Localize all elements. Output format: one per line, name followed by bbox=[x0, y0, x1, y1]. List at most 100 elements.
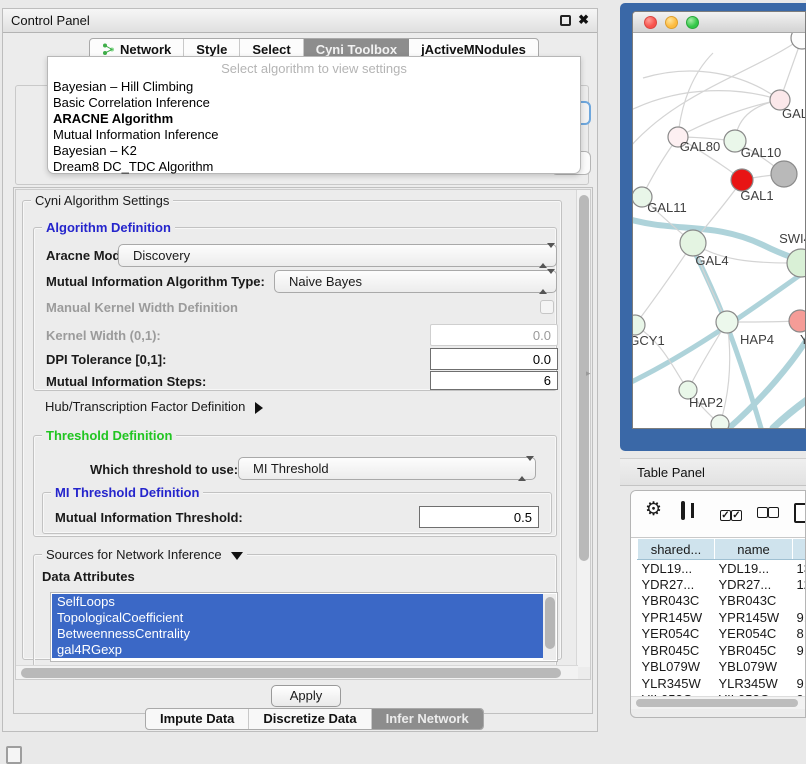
mi-algorithm-type-label: Mutual Information Algorithm Type: bbox=[46, 274, 265, 289]
network-graph[interactable]: GAL7GAL80GAL10GAL1GAL11GAL4SWI4HAP4YGCY1… bbox=[633, 33, 806, 428]
tab-label: jActiveMNodules bbox=[421, 42, 526, 57]
table-cell: 13 bbox=[793, 560, 806, 577]
data-attributes-list[interactable]: SelfLoopsTopologicalCoefficientBetweenne… bbox=[50, 592, 558, 662]
data-attribute-item[interactable]: TopologicalCoefficient bbox=[52, 610, 543, 626]
sources-group-label: Sources for Network Inference bbox=[42, 547, 247, 562]
bottom-tab-infer-network[interactable]: Infer Network bbox=[372, 709, 483, 729]
table-column-header[interactable]: name bbox=[715, 539, 793, 560]
table-horizontal-scrollbar-thumb[interactable] bbox=[636, 699, 798, 707]
table-row[interactable]: YDR27...YDR27...12 bbox=[638, 576, 806, 593]
table-cell: YDR27... bbox=[715, 576, 793, 593]
dpi-tolerance-field[interactable] bbox=[430, 348, 558, 370]
aracne-mode-combobox[interactable]: Discovery bbox=[118, 244, 557, 267]
table-row[interactable]: YER054CYER054C8. bbox=[638, 626, 806, 643]
mi-steps-field[interactable] bbox=[430, 371, 558, 390]
network-node-label: HAP4 bbox=[740, 332, 774, 347]
network-edge[interactable] bbox=[643, 71, 780, 100]
settings-horizontal-scrollbar[interactable] bbox=[16, 665, 578, 679]
table-panel-titlebar: Table Panel bbox=[620, 458, 806, 486]
table-row[interactable]: YDL19...YDL19...13 bbox=[638, 560, 806, 577]
network-window[interactable]: GAL7GAL80GAL10GAL1GAL11GAL4SWI4HAP4YGCY1… bbox=[632, 11, 806, 429]
attribute-list-scrollbar[interactable] bbox=[543, 594, 556, 660]
table-cell bbox=[793, 593, 806, 610]
algorithm-option[interactable]: Bayesian – Hill Climbing bbox=[48, 79, 580, 95]
minimize-traffic-light-icon[interactable] bbox=[665, 16, 678, 29]
algorithm-option[interactable]: Dream8 DC_TDC Algorithm bbox=[48, 159, 580, 175]
table-row[interactable]: YPR145WYPR145W9. bbox=[638, 609, 806, 626]
algorithm-option[interactable]: ARACNE Algorithm bbox=[48, 111, 580, 127]
float-window-icon[interactable] bbox=[560, 15, 571, 26]
attribute-list-scrollbar-thumb[interactable] bbox=[545, 597, 555, 649]
settings-vertical-scrollbar[interactable] bbox=[576, 190, 590, 667]
settings-horizontal-scrollbar-thumb[interactable] bbox=[21, 668, 561, 678]
network-edge[interactable] bbox=[635, 243, 693, 325]
network-node-gcy1[interactable] bbox=[633, 315, 645, 335]
table-cell: YBL079W bbox=[638, 659, 715, 676]
new-table-icon[interactable] bbox=[794, 503, 806, 523]
collapse-down-icon[interactable] bbox=[231, 552, 243, 560]
data-attribute-item[interactable]: BetweennessCentrality bbox=[52, 626, 543, 642]
table-column-header[interactable]: A bbox=[793, 539, 806, 560]
algorithm-option[interactable]: Bayesian – K2 bbox=[48, 143, 580, 159]
network-node-swi4[interactable] bbox=[787, 249, 806, 277]
deselect-all-checkboxes-icon[interactable] bbox=[757, 506, 779, 521]
network-node-y[interactable] bbox=[789, 310, 806, 332]
data-attribute-item[interactable]: gal4RGexp bbox=[52, 642, 543, 658]
network-node-label: HAP2 bbox=[689, 395, 723, 410]
combo-arrows-icon bbox=[518, 461, 527, 476]
combo-arrows-icon bbox=[539, 248, 548, 263]
algorithm-option[interactable]: Mutual Information Inference bbox=[48, 127, 580, 143]
zoom-traffic-light-icon[interactable] bbox=[686, 16, 699, 29]
network-edge[interactable] bbox=[678, 53, 713, 137]
close-icon[interactable]: ✖ bbox=[578, 12, 589, 28]
table-horizontal-scrollbar[interactable] bbox=[631, 696, 805, 709]
table-row[interactable]: YBL079WYBL079W bbox=[638, 659, 806, 676]
which-threshold-combobox[interactable]: MI Threshold bbox=[238, 457, 536, 480]
table-row[interactable]: YLR345WYLR345W9. bbox=[638, 675, 806, 692]
network-node-label: GAL4 bbox=[695, 253, 728, 268]
kernel-width-field bbox=[430, 324, 558, 346]
algorithm-dropdown-placeholder: Select algorithm to view settings bbox=[48, 57, 580, 79]
select-all-checkboxes-icon[interactable]: ✓✓ bbox=[720, 506, 742, 521]
network-edge-highlighted[interactable] bbox=[773, 393, 806, 428]
network-edge[interactable] bbox=[688, 322, 727, 390]
close-traffic-light-icon[interactable] bbox=[644, 16, 657, 29]
minimized-panel-icon[interactable] bbox=[6, 746, 22, 764]
bottom-tab-impute-data[interactable]: Impute Data bbox=[146, 709, 249, 729]
aracne-mode-value: Discovery bbox=[133, 248, 190, 263]
mi-threshold-definition-group: MI Threshold Definition Mutual Informati… bbox=[42, 492, 552, 534]
data-attribute-item[interactable]: SelfLoops bbox=[52, 594, 543, 610]
mi-algorithm-type-combobox[interactable]: Naive Bayes bbox=[274, 270, 557, 293]
network-node-label: GCY1 bbox=[633, 333, 665, 348]
sources-title: Sources for Network Inference bbox=[46, 547, 222, 562]
manual-kernel-width-label: Manual Kernel Width Definition bbox=[46, 300, 238, 315]
network-view-frame: GAL7GAL80GAL10GAL1GAL11GAL4SWI4HAP4YGCY1… bbox=[620, 3, 806, 451]
algorithm-option[interactable]: Basic Correlation Inference bbox=[48, 95, 580, 111]
table-cell: YBR045C bbox=[715, 642, 793, 659]
network-node[interactable] bbox=[791, 33, 806, 49]
manual-kernel-width-checkbox[interactable] bbox=[540, 300, 554, 314]
bottom-tab-discretize-data[interactable]: Discretize Data bbox=[249, 709, 371, 729]
network-node[interactable] bbox=[771, 161, 797, 187]
mi-threshold-definition-label: MI Threshold Definition bbox=[51, 485, 203, 500]
network-node[interactable] bbox=[711, 415, 729, 428]
control-panel-titlebar: Control Panel ✖ bbox=[3, 9, 597, 33]
gear-icon[interactable]: ⚙ bbox=[645, 500, 662, 520]
network-node-label: GAL11 bbox=[647, 200, 687, 215]
apply-button[interactable]: Apply bbox=[271, 685, 341, 707]
mi-threshold-field[interactable] bbox=[419, 506, 539, 528]
network-node-hap4[interactable] bbox=[716, 311, 738, 333]
cyni-algorithm-settings-label: Cyni Algorithm Settings bbox=[31, 193, 173, 208]
table-cell: 9. bbox=[793, 675, 806, 692]
table-cell: YPR145W bbox=[715, 609, 793, 626]
columns-icon[interactable] bbox=[681, 501, 685, 520]
hub-tf-definition-toggle[interactable]: Hub/Transcription Factor Definition bbox=[45, 399, 263, 414]
expand-right-icon bbox=[255, 402, 263, 414]
table-row[interactable]: YBR043CYBR043C bbox=[638, 593, 806, 610]
table-column-header[interactable]: shared... bbox=[638, 539, 715, 560]
splitter-handle-icon[interactable]: ▸ bbox=[586, 368, 591, 379]
network-canvas[interactable]: GAL7GAL80GAL10GAL1GAL11GAL4SWI4HAP4YGCY1… bbox=[633, 33, 806, 428]
table-row[interactable]: YBR045CYBR045C9. bbox=[638, 642, 806, 659]
network-edge[interactable] bbox=[633, 91, 780, 113]
network-window-titlebar[interactable] bbox=[633, 12, 805, 33]
